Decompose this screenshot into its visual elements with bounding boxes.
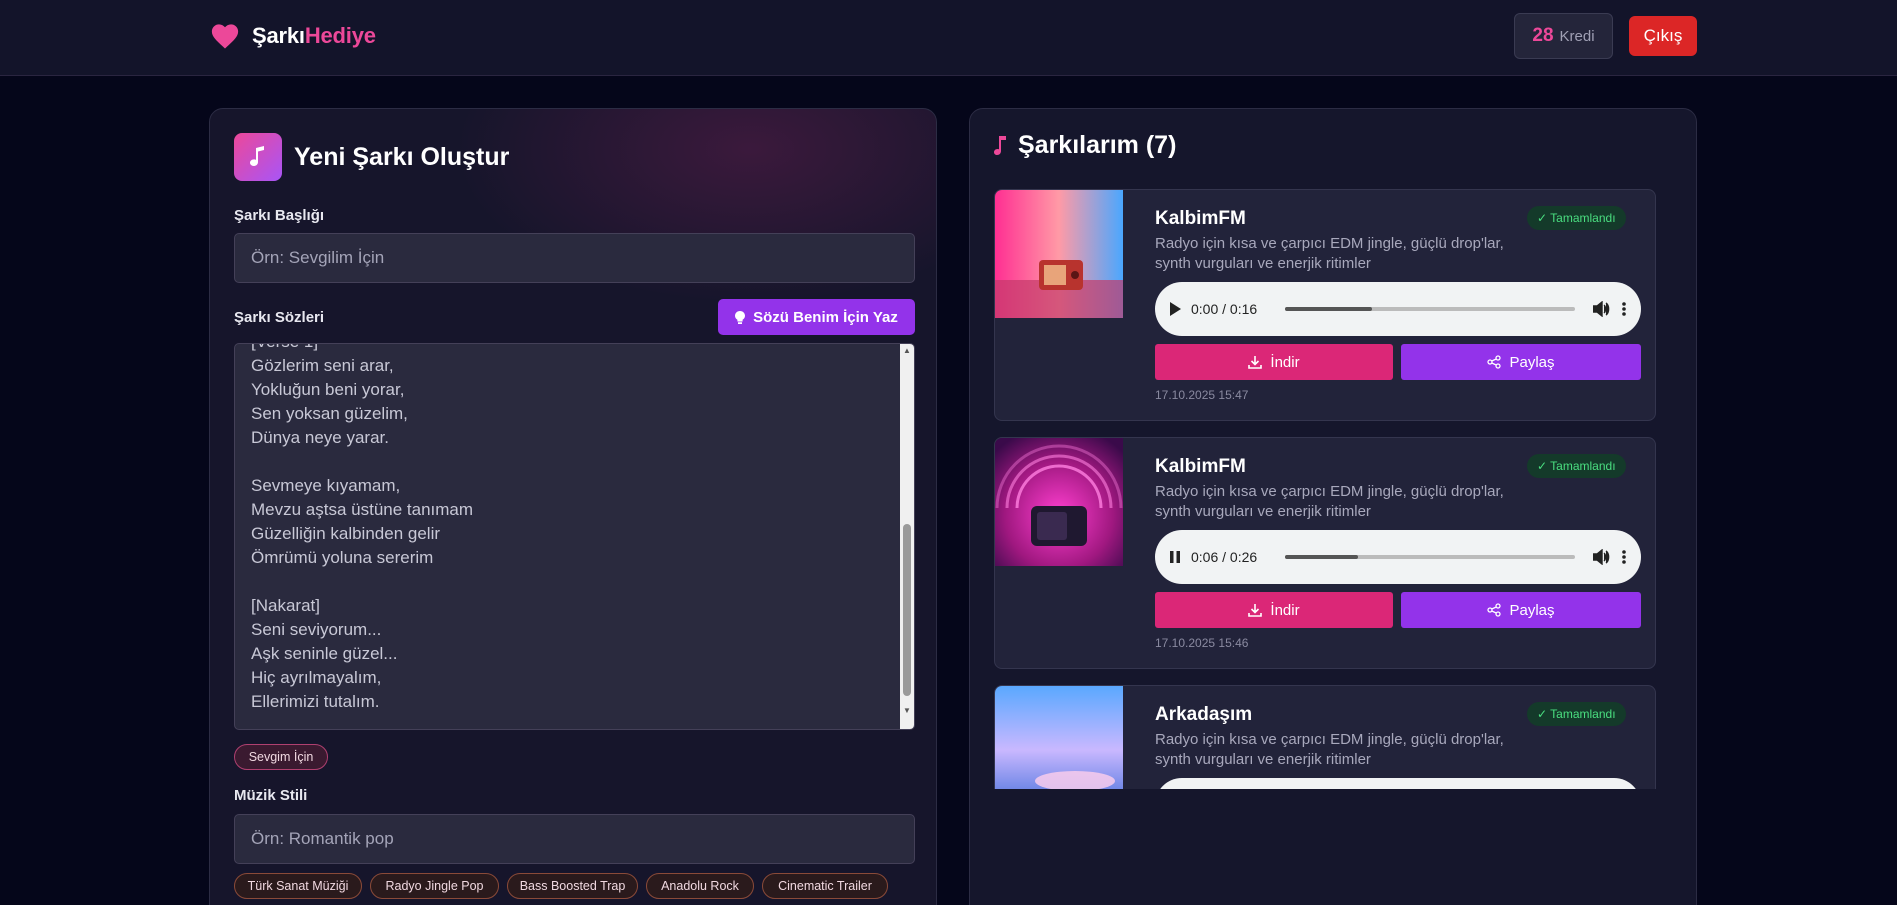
songs-title: Şarkılarım (7): [1018, 131, 1177, 159]
audio-player[interactable]: [1155, 778, 1641, 789]
download-button-label: İndir: [1270, 601, 1300, 619]
download-icon: [1248, 356, 1263, 369]
song-date: 17.10.2025 15:46: [1155, 636, 1249, 650]
song-title: Arkadaşım: [1155, 704, 1253, 725]
audio-time: 0:06 / 0:26: [1191, 549, 1258, 565]
audio-player[interactable]: 0:06 / 0:26: [1155, 530, 1641, 584]
download-button-label: İndir: [1270, 353, 1300, 371]
heart-icon: [211, 24, 239, 49]
style-tag[interactable]: Cinematic Trailer: [762, 873, 888, 899]
song-card: Arkadaşım ✓ Tamamlandı Radyo için kısa v…: [994, 685, 1656, 789]
music-note-icon: [994, 135, 1006, 155]
share-icon: [1487, 355, 1502, 369]
status-badge: ✓ Tamamlandı: [1527, 206, 1626, 230]
lightbulb-icon: [735, 310, 746, 324]
logout-button[interactable]: Çıkış: [1629, 16, 1697, 56]
lyrics-label: Şarkı Sözleri: [234, 309, 325, 326]
style-tag[interactable]: Bass Boosted Trap: [507, 873, 638, 899]
style-tag[interactable]: Anadolu Rock: [646, 873, 754, 899]
audio-time: 0:00 / 0:16: [1191, 301, 1258, 317]
write-lyrics-button[interactable]: Sözü Benim İçin Yaz: [718, 299, 915, 335]
download-button[interactable]: İndir: [1155, 344, 1393, 380]
audio-progress-fill: [1285, 307, 1372, 311]
songs-header: Şarkılarım (7): [994, 131, 1176, 160]
audio-player[interactable]: 0:00 / 0:16: [1155, 282, 1641, 336]
write-lyrics-button-label: Sözü Benim İçin Yaz: [753, 308, 898, 326]
audio-progress-fill: [1285, 555, 1358, 559]
share-button[interactable]: Paylaş: [1401, 592, 1641, 628]
audio-progress[interactable]: [1285, 307, 1575, 311]
my-songs-panel: Şarkılarım (7) KalbimFM ✓ Tamamlandı Rad…: [969, 108, 1697, 905]
song-cover-image: [995, 686, 1123, 789]
volume-icon[interactable]: [1593, 301, 1611, 317]
top-bar: ŞarkıHediye 28 Kredi Çıkış: [0, 0, 1897, 76]
lyrics-scroll-thumb[interactable]: [903, 524, 911, 696]
brand-name-part2: Hediye: [304, 23, 376, 48]
song-title: KalbimFM: [1155, 456, 1246, 477]
style-tag[interactable]: Radyo Jingle Pop: [370, 873, 499, 899]
song-description: Radyo için kısa ve çarpıcı EDM jingle, g…: [1155, 731, 1504, 768]
credits-value: 28: [1532, 25, 1554, 46]
pause-icon[interactable]: [1169, 550, 1181, 564]
more-options-icon[interactable]: [1621, 549, 1627, 565]
lyrics-textarea[interactable]: [Verse 1] Gözlerim seni arar, Yokluğun b…: [234, 343, 915, 730]
lyrics-tag[interactable]: Sevgim İçin: [234, 744, 328, 770]
play-icon[interactable]: [1169, 302, 1181, 316]
song-title: KalbimFM: [1155, 208, 1246, 229]
new-song-panel: Yeni Şarkı Oluştur Şarkı Başlığı Şarkı S…: [209, 108, 937, 905]
song-cover-image: [995, 438, 1123, 566]
song-card: KalbimFM ✓ Tamamlandı Radyo için kısa ve…: [994, 437, 1656, 669]
song-description: Radyo için kısa ve çarpıcı EDM jingle, g…: [1155, 483, 1504, 520]
lyrics-text: [Verse 1] Gözlerim seni arar, Yokluğun b…: [251, 344, 474, 711]
style-tag[interactable]: Türk Sanat Müziği: [234, 873, 362, 899]
scroll-up-arrow-icon[interactable]: ▲: [903, 346, 911, 355]
share-button-label: Paylaş: [1509, 601, 1555, 619]
song-cover-image: [995, 190, 1123, 318]
brand-name: ŞarkıHediye: [252, 23, 376, 49]
music-style-input[interactable]: [234, 814, 915, 864]
song-description: Radyo için kısa ve çarpıcı EDM jingle, g…: [1155, 235, 1504, 272]
form-header: Yeni Şarkı Oluştur: [234, 133, 509, 181]
brand-name-part1: Şarkı: [252, 23, 305, 48]
music-style-label: Müzik Stili: [234, 787, 308, 804]
song-card: KalbimFM ✓ Tamamlandı Radyo için kısa ve…: [994, 189, 1656, 421]
share-icon: [1487, 603, 1502, 617]
volume-icon[interactable]: [1593, 549, 1611, 565]
lyrics-scrollbar[interactable]: ▲ ▼: [900, 344, 914, 729]
scroll-down-arrow-icon[interactable]: ▼: [903, 706, 911, 715]
song-title-input[interactable]: [234, 233, 915, 283]
credits-badge: 28 Kredi: [1514, 13, 1613, 59]
form-title: Yeni Şarkı Oluştur: [294, 142, 510, 171]
song-title-label: Şarkı Başlığı: [234, 207, 325, 224]
brand-logo[interactable]: ŞarkıHediye: [210, 22, 376, 50]
status-badge: ✓ Tamamlandı: [1527, 454, 1626, 478]
credits-label: Kredi: [1559, 27, 1595, 45]
audio-progress[interactable]: [1285, 555, 1575, 559]
share-button-label: Paylaş: [1509, 353, 1555, 371]
songs-list: KalbimFM ✓ Tamamlandı Radyo için kısa ve…: [994, 189, 1674, 789]
music-note-icon: [234, 133, 282, 181]
download-icon: [1248, 604, 1263, 617]
share-button[interactable]: Paylaş: [1401, 344, 1641, 380]
more-options-icon[interactable]: [1621, 301, 1627, 317]
status-badge: ✓ Tamamlandı: [1527, 702, 1626, 726]
song-date: 17.10.2025 15:47: [1155, 388, 1249, 402]
download-button[interactable]: İndir: [1155, 592, 1393, 628]
